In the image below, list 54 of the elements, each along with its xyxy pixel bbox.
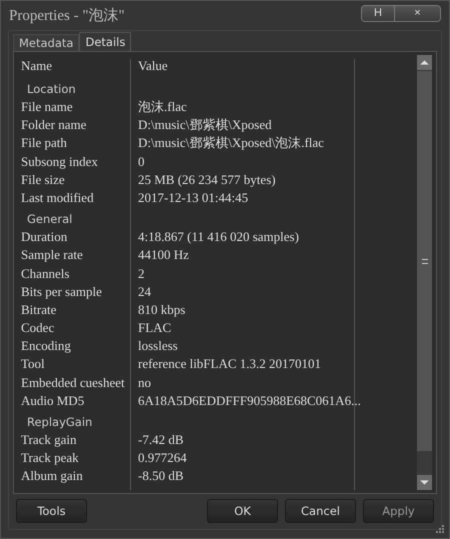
property-name: Bits per sample xyxy=(20,282,103,301)
property-name: Embedded cuesheet xyxy=(20,374,126,392)
property-value: 0 xyxy=(137,152,144,171)
property-name: Duration xyxy=(20,228,68,246)
tab[interactable]: Metadata xyxy=(13,34,80,51)
property-value: 44100 Hz xyxy=(137,246,189,264)
property-name: Channels xyxy=(20,264,70,282)
property-name: Tool xyxy=(20,355,46,374)
dialog-button[interactable]: OK xyxy=(207,499,278,523)
property-value: lossless xyxy=(137,337,178,356)
property-name: Last modified xyxy=(20,188,95,207)
property-value: 2017-12-13 01:44:45 xyxy=(137,188,248,207)
property-name: File name xyxy=(20,98,74,116)
property-name: Subsong index xyxy=(20,152,99,171)
property-value: FLAC xyxy=(137,319,172,338)
column-header[interactable]: Name xyxy=(18,55,135,77)
property-name: Track gain xyxy=(20,431,78,449)
property-value: D:\music\鄧紫棋\Xposed xyxy=(137,116,272,134)
property-name: Encoding xyxy=(20,337,72,356)
property-name: Sample rate xyxy=(20,246,84,264)
title-bar-button[interactable]: H xyxy=(362,6,394,21)
property-name: File path xyxy=(20,134,68,152)
property-value: -8.50 dB xyxy=(137,467,184,486)
property-value: 2 xyxy=(137,264,144,282)
property-name: Audio MD5 xyxy=(20,392,86,410)
section-heading: General xyxy=(27,212,72,226)
property-value: reference libFLAC 1.3.2 20170101 xyxy=(137,355,322,374)
property-value: 泡沫.flac xyxy=(137,98,187,116)
property-value: no xyxy=(137,374,151,392)
dialog-button[interactable]: Cancel xyxy=(285,499,356,523)
property-value: 6A18A5D6EDDFFF905988E68C061A6... xyxy=(137,392,361,410)
scroll-down-icon[interactable] xyxy=(417,475,432,490)
property-name: Codec xyxy=(20,319,56,338)
scroll-up-icon[interactable] xyxy=(417,55,432,70)
section-heading: Location xyxy=(27,82,76,96)
resize-grip-icon[interactable] xyxy=(436,525,444,533)
section-heading: ReplayGain xyxy=(27,415,92,429)
title-bar-button[interactable]: × xyxy=(394,6,440,21)
property-name: File size xyxy=(20,170,66,189)
column-header[interactable]: Value xyxy=(135,55,168,77)
dialog-button[interactable]: Tools xyxy=(16,499,87,523)
property-value: 24 xyxy=(137,282,151,301)
property-value: D:\music\鄧紫棋\Xposed\泡沫.flac xyxy=(137,134,324,152)
property-value: -7.42 dB xyxy=(137,431,184,449)
window-title: Properties - "泡沫" xyxy=(9,6,125,25)
property-value: 0.977264 xyxy=(137,449,187,468)
property-name: Track peak xyxy=(20,449,80,468)
property-name: Folder name xyxy=(20,116,88,134)
property-name: Bitrate xyxy=(20,300,58,319)
tab[interactable]: Details xyxy=(79,32,132,51)
property-value: 25 MB (26 234 577 bytes) xyxy=(137,170,276,189)
property-value: 810 kbps xyxy=(137,300,186,319)
property-value: 4:18.867 (11 416 020 samples) xyxy=(137,228,299,246)
property-name: Album gain xyxy=(20,467,84,486)
